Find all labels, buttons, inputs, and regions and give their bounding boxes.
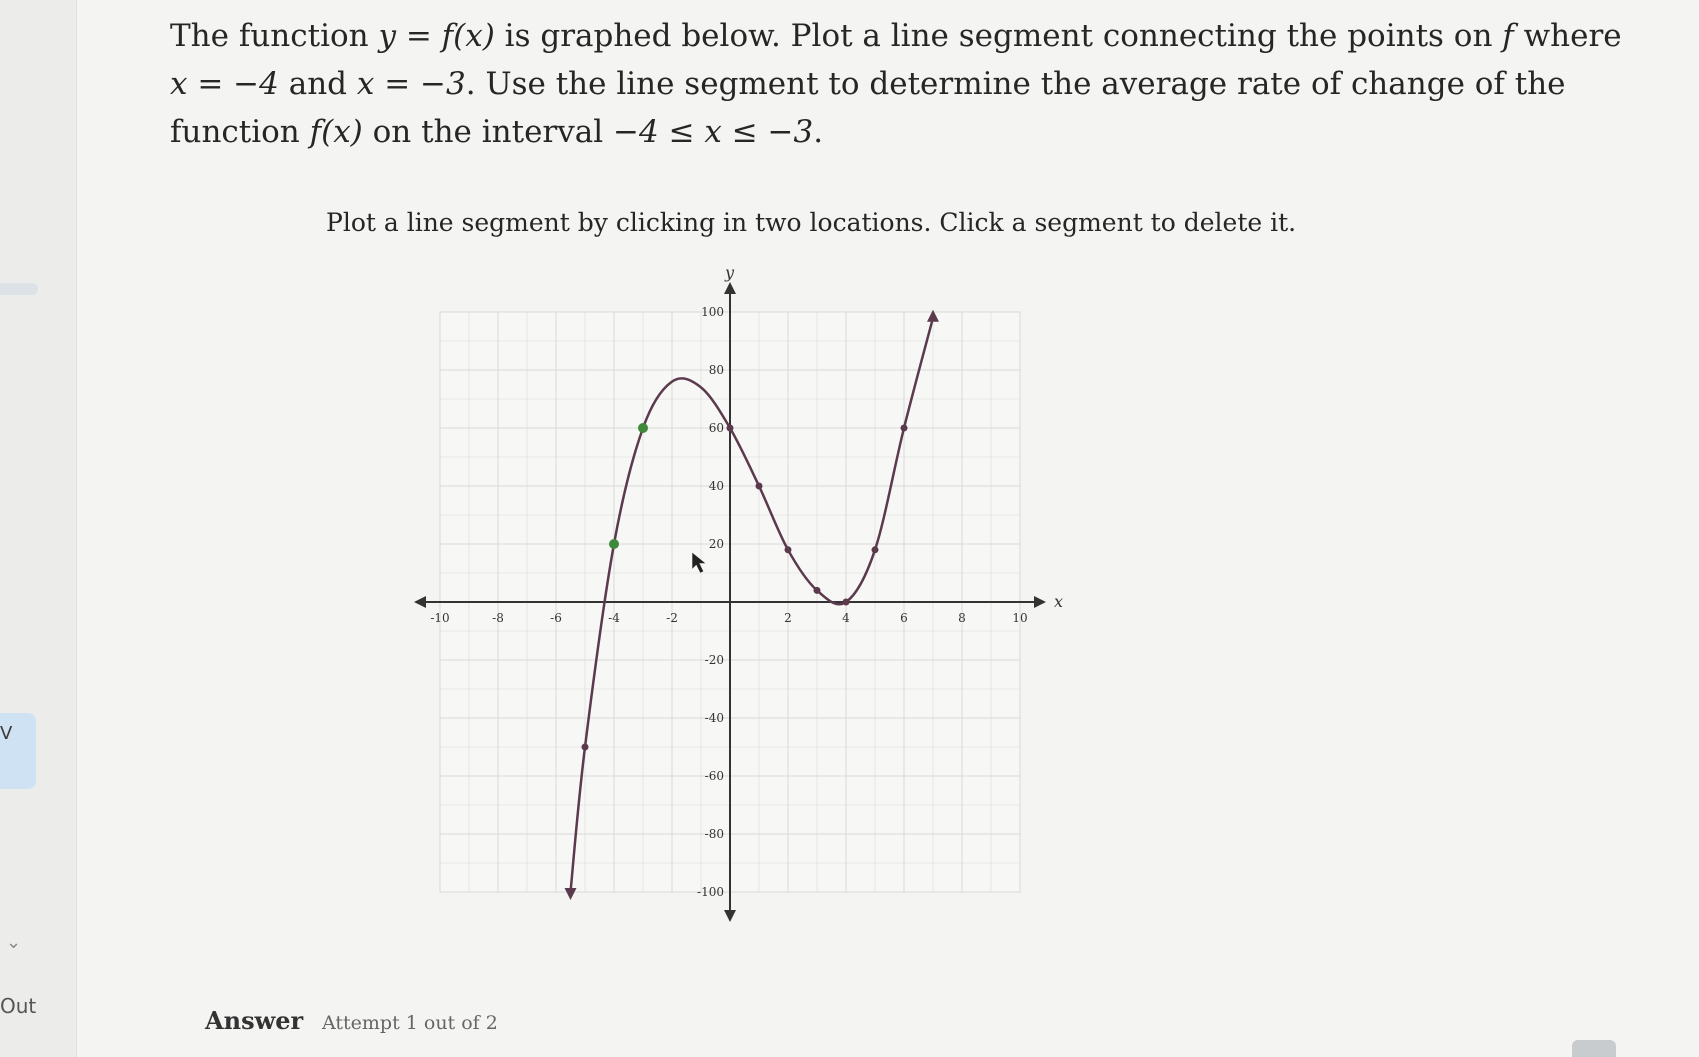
math-expression: x = −3 [356,66,466,102]
y-tick-label: 100 [701,305,724,319]
curve-arrow-down [564,888,577,900]
x-tick-label: -6 [550,611,562,625]
left-sidebar: V ⌄ Out [0,0,77,1057]
x-axis-label: x [1054,592,1063,611]
y-axis-arrow-down [724,910,736,922]
sidebar-out-label[interactable]: Out [0,994,36,1018]
y-tick-label: -100 [697,885,724,899]
sidebar-indicator [0,283,38,295]
highlighted-point [609,539,619,549]
question-part: where [1513,18,1622,54]
question-text: The function y = f(x) is graphed below. … [170,12,1640,156]
function-graph[interactable]: x y -10 -8 -6 -4 -2 2 4 6 8 10 100 80 60 40 20 -20 -40 -60 -… [400,262,1080,934]
x-tick-label: 4 [842,611,850,625]
curve-point [726,424,734,432]
x-tick-label: 2 [784,611,792,625]
question-part: . [813,114,824,150]
math-expression: y = f(x) [378,18,495,54]
math-expression: −4 ≤ x ≤ −3 [613,114,814,150]
highlighted-point [638,423,648,433]
curve-point [755,482,763,490]
x-axis-arrow-left [414,596,426,608]
question-part: on the interval [362,114,614,150]
math-expression: x = −4 [170,66,279,102]
y-tick-label: -60 [705,769,724,783]
y-axis-arrow-up [724,282,736,294]
math-expression: f(x) [309,114,363,150]
y-tick-label: -20 [705,653,724,667]
y-axis-label: y [724,263,735,282]
curve-point [871,546,879,554]
x-axis-arrow-right [1034,596,1046,608]
x-tick-label: 8 [958,611,966,625]
curve-point [784,546,792,554]
sidebar-tab-label: V [0,723,13,744]
x-tick-label: 10 [1012,611,1027,625]
question-part: is graphed below. Plot a line segment co… [494,18,1503,54]
x-tick-label: -8 [492,611,504,625]
x-tick-label: -2 [666,611,678,625]
x-tick-label: -4 [608,611,620,625]
question-part: The function [170,18,379,54]
attempt-counter: Attempt 1 out of 2 [322,1012,498,1034]
y-tick-label: 40 [709,479,724,493]
y-tick-label: -80 [705,827,724,841]
y-tick-label: 80 [709,363,724,377]
math-expression: f [1502,18,1514,54]
y-tick-label: 60 [709,421,724,435]
chevron-down-icon[interactable]: ⌄ [6,932,21,953]
y-tick-label: -40 [705,711,724,725]
curve-point [813,586,821,594]
graph-instruction: Plot a line segment by clicking in two l… [326,208,1297,237]
answer-label: Answer [205,1006,304,1035]
y-tick-label: 20 [709,537,724,551]
sidebar-tab-button[interactable]: V [0,713,36,789]
keyboard-icon[interactable] [1572,1040,1616,1057]
curve-point [842,598,850,606]
question-part: and [278,66,357,102]
x-tick-label: -10 [430,611,449,625]
curve-point [581,743,589,751]
curve-point [900,424,908,432]
x-tick-label: 6 [900,611,908,625]
